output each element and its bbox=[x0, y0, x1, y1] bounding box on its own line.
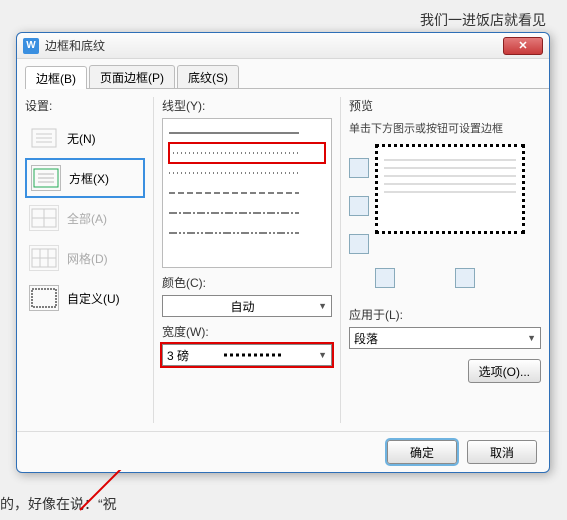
setting-label: 网格(D) bbox=[67, 250, 108, 267]
apply-dropdown[interactable]: 段落 ▼ bbox=[349, 327, 541, 349]
cancel-button[interactable]: 取消 bbox=[467, 440, 537, 464]
grid-icon bbox=[29, 245, 59, 271]
tab-bar: 边框(B) 页面边框(P) 底纹(S) bbox=[25, 65, 549, 89]
color-dropdown[interactable]: 自动 ▼ bbox=[162, 295, 332, 317]
width-heading: 宽度(W): bbox=[162, 323, 332, 340]
setting-all[interactable]: 全部(A) bbox=[25, 198, 145, 238]
chevron-down-icon: ▼ bbox=[318, 301, 327, 311]
chevron-down-icon: ▼ bbox=[527, 333, 536, 343]
divider bbox=[153, 97, 154, 423]
setting-label: 无(N) bbox=[67, 130, 96, 147]
custom-icon bbox=[29, 285, 59, 311]
color-value: 自动 bbox=[231, 298, 255, 315]
preview-hint: 单击下方图示或按钮可设置边框 bbox=[349, 120, 541, 136]
setting-label: 方框(X) bbox=[69, 170, 109, 187]
titlebar: W 边框和底纹 ✕ bbox=[17, 33, 549, 59]
border-middle-button[interactable] bbox=[349, 196, 369, 216]
borders-shading-dialog: W 边框和底纹 ✕ 边框(B) 页面边框(P) 底纹(S) 设置: 无(N) 方… bbox=[16, 32, 550, 473]
setting-none[interactable]: 无(N) bbox=[25, 118, 145, 158]
all-icon bbox=[29, 205, 59, 231]
dialog-title: 边框和底纹 bbox=[45, 37, 105, 54]
chevron-down-icon: ▼ bbox=[318, 350, 327, 360]
width-dropdown[interactable]: 3 磅 ▼ bbox=[162, 344, 332, 366]
tab-shading[interactable]: 底纹(S) bbox=[177, 65, 239, 88]
close-button[interactable]: ✕ bbox=[503, 37, 543, 55]
width-sample-icon bbox=[224, 350, 284, 360]
border-top-button[interactable] bbox=[349, 158, 369, 178]
preview-box bbox=[375, 144, 525, 234]
tab-page-borders[interactable]: 页面边框(P) bbox=[89, 65, 175, 88]
linestyle-list[interactable] bbox=[162, 118, 332, 268]
background-text: 的，好像在说：“祝 bbox=[0, 494, 117, 514]
settings-heading: 设置: bbox=[25, 97, 145, 114]
setting-label: 自定义(U) bbox=[67, 290, 120, 307]
setting-grid[interactable]: 网格(D) bbox=[25, 238, 145, 278]
style-column: 线型(Y): 颜色(C): 自动 ▼ 宽度(W): 3 磅 bbox=[162, 97, 332, 423]
options-button[interactable]: 选项(O)... bbox=[468, 359, 541, 383]
box-icon bbox=[31, 165, 61, 191]
preview-column: 预览 单击下方图示或按钮可设置边框 应用于(L): 段落 bbox=[349, 97, 541, 423]
border-bottom-button[interactable] bbox=[349, 234, 369, 254]
none-icon bbox=[29, 125, 59, 151]
apply-heading: 应用于(L): bbox=[349, 306, 541, 323]
linestyle-heading: 线型(Y): bbox=[162, 97, 332, 114]
ok-button[interactable]: 确定 bbox=[387, 440, 457, 464]
border-left-button[interactable] bbox=[375, 268, 395, 288]
color-heading: 颜色(C): bbox=[162, 274, 332, 291]
dialog-footer: 确定 取消 bbox=[17, 431, 549, 472]
setting-label: 全部(A) bbox=[67, 210, 107, 227]
tab-borders[interactable]: 边框(B) bbox=[25, 66, 87, 89]
border-right-button[interactable] bbox=[455, 268, 475, 288]
apply-value: 段落 bbox=[354, 330, 378, 347]
width-value: 3 磅 bbox=[167, 347, 189, 364]
settings-column: 设置: 无(N) 方框(X) 全部(A) bbox=[25, 97, 145, 423]
dialog-body: 设置: 无(N) 方框(X) 全部(A) bbox=[17, 89, 549, 431]
divider bbox=[340, 97, 341, 423]
preview-area bbox=[349, 144, 541, 254]
setting-custom[interactable]: 自定义(U) bbox=[25, 278, 145, 318]
setting-box[interactable]: 方框(X) bbox=[25, 158, 145, 198]
preview-heading: 预览 bbox=[349, 97, 541, 114]
background-text: 我们一进饭店就看见 bbox=[420, 10, 546, 30]
app-icon: W bbox=[23, 38, 39, 54]
